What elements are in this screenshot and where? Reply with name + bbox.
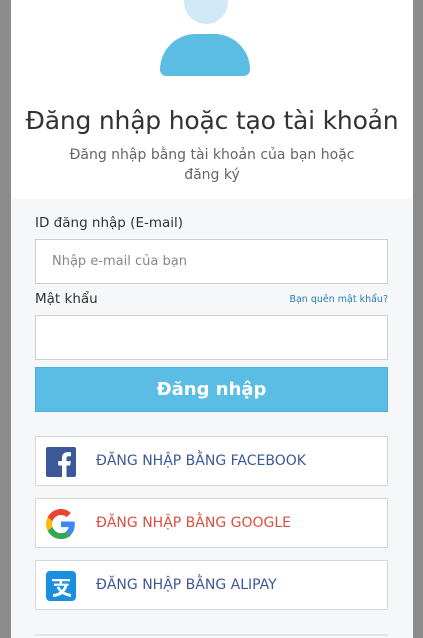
alipay-icon [46,571,76,601]
login-form: ID đăng nhập (E-mail) Mật khẩu Bạn quên … [11,199,413,638]
user-avatar-icon [159,0,250,76]
alipay-login-button[interactable]: ĐĂNG NHẬP BẰNG ALIPAY [35,560,388,610]
forgot-password-link[interactable]: Bạn quên mật khẩu? [289,294,388,305]
facebook-login-label: ĐĂNG NHẬP BẰNG FACEBOOK [96,453,306,469]
password-input[interactable] [35,315,388,360]
facebook-login-button[interactable]: ĐĂNG NHẬP BẰNG FACEBOOK [35,436,388,486]
google-icon [46,509,75,539]
login-button[interactable]: Đăng nhập [35,367,388,412]
page-subtitle: Đăng nhập bằng tài khoản của bạn hoặc đă… [69,147,355,183]
google-login-label: ĐĂNG NHẬP BẰNG GOOGLE [96,515,292,531]
bottom-divider [35,634,388,636]
facebook-icon [46,447,76,477]
login-modal: Đăng nhập hoặc tạo tài khoản Đăng nhập b… [11,0,413,638]
google-login-button[interactable]: ĐĂNG NHẬP BẰNG GOOGLE [35,498,388,548]
page-title: Đăng nhập hoặc tạo tài khoản [25,106,399,135]
avatar-body [160,34,250,76]
alipay-login-label: ĐĂNG NHẬP BẰNG ALIPAY [96,577,277,593]
email-label: ID đăng nhập (E-mail) [35,215,184,231]
password-label: Mật khẩu [35,291,98,307]
avatar-head [184,0,228,24]
email-input[interactable] [35,239,388,284]
